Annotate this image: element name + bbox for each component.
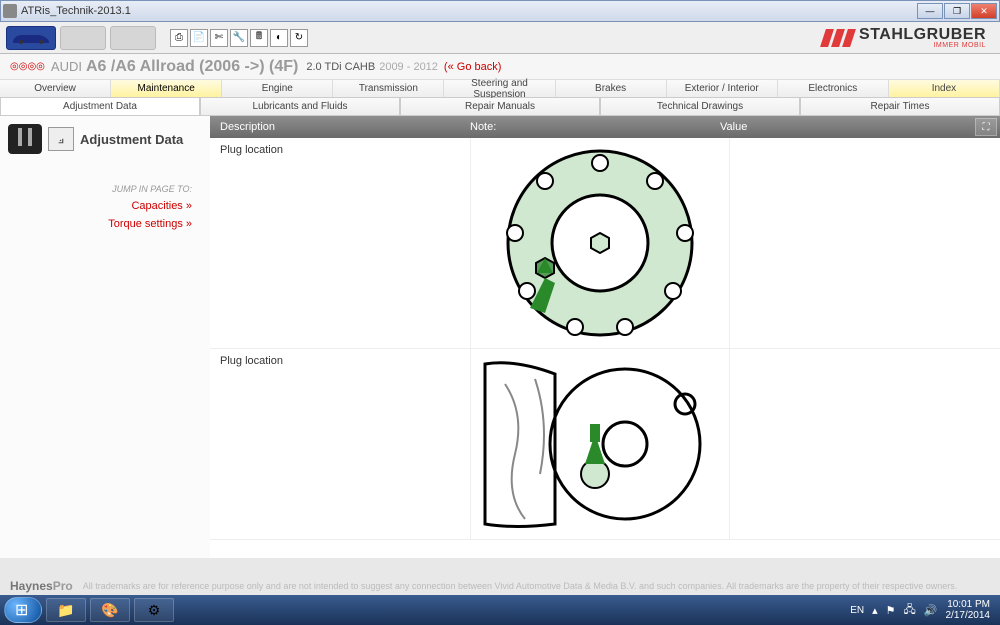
tab-overview[interactable]: Overview bbox=[0, 80, 111, 97]
tab-engine[interactable]: Engine bbox=[222, 80, 333, 97]
tray-volume-icon[interactable]: 🔊 bbox=[924, 604, 938, 617]
vehicle-model: A6 /A6 Allroad (2006 ->) (4F) bbox=[86, 58, 298, 76]
main-view: Description Note: Value ⛶ Plug location bbox=[210, 116, 1000, 558]
vehicle-row: ◎◎◎◎ AUDI A6 /A6 Allroad (2006 ->) (4F) … bbox=[0, 54, 1000, 80]
vehicle-years: 2009 - 2012 bbox=[379, 61, 438, 73]
subtab-repair-times[interactable]: Repair Times bbox=[800, 98, 1000, 116]
titlebar: ATRis_Technik-2013.1 — ❐ ✕ bbox=[0, 0, 1000, 22]
audi-rings-icon: ◎◎◎◎ bbox=[10, 61, 45, 72]
start-button[interactable] bbox=[4, 597, 42, 623]
taskbar: 📁 🎨 ⚙ EN ▴ ⚑ 🖧 🔊 10:01 PM 2/17/2014 bbox=[0, 595, 1000, 625]
tab-electronics[interactable]: Electronics bbox=[778, 80, 889, 97]
go-back-link[interactable]: (« Go back) bbox=[444, 61, 501, 73]
tab-maintenance[interactable]: Maintenance bbox=[111, 80, 222, 97]
toolbar-button-2[interactable] bbox=[60, 26, 106, 50]
col-description: Description bbox=[210, 121, 470, 133]
close-button[interactable]: ✕ bbox=[971, 3, 997, 19]
vehicle-make: AUDI bbox=[51, 59, 82, 74]
data-row: Plug location bbox=[210, 349, 1000, 540]
row-description: Plug location bbox=[210, 138, 470, 348]
tab-exterior[interactable]: Exterior / Interior bbox=[667, 80, 778, 97]
toolbar-icon-5[interactable]: 🖩 bbox=[250, 29, 268, 47]
sidebar-title: Adjustment Data bbox=[80, 132, 183, 147]
footer-disclaimer: All trademarks are for reference purpose… bbox=[83, 581, 958, 591]
data-rows: Plug location bbox=[210, 138, 1000, 558]
subtab-adjustment[interactable]: Adjustment Data bbox=[0, 98, 200, 116]
toolbar-icon-4[interactable]: 🔧 bbox=[230, 29, 248, 47]
tab-brakes[interactable]: Brakes bbox=[556, 80, 667, 97]
toolbar-button-3[interactable] bbox=[110, 26, 156, 50]
pedal-icon: ⟓ bbox=[48, 127, 74, 151]
main-tabs: Overview Maintenance Engine Transmission… bbox=[0, 80, 1000, 98]
toolbar-icon-6[interactable]: ◐ bbox=[270, 29, 288, 47]
tray-clock[interactable]: 10:01 PM 2/17/2014 bbox=[946, 599, 991, 621]
column-header: Description Note: Value ⛶ bbox=[210, 116, 1000, 138]
jump-label: JUMP IN PAGE TO: bbox=[8, 184, 192, 194]
col-value: Value bbox=[720, 121, 975, 133]
gearshift-icon bbox=[8, 124, 42, 154]
subtab-repair-manuals[interactable]: Repair Manuals bbox=[400, 98, 600, 116]
app-icon bbox=[3, 4, 17, 18]
content-area: ⟓ Adjustment Data JUMP IN PAGE TO: Capac… bbox=[0, 116, 1000, 558]
toolbar-icon-2[interactable]: 📄 bbox=[190, 29, 208, 47]
app-toolbar: ⎙ 📄 ✄ 🔧 🖩 ◐ ↻ STAHLGRUBER IMMER MOBIL bbox=[0, 22, 1000, 54]
footer: HaynesPro All trademarks are for referen… bbox=[0, 577, 1000, 595]
tray-chevron-icon[interactable]: ▴ bbox=[872, 604, 878, 617]
jump-capacities[interactable]: Capacities » bbox=[8, 200, 192, 212]
taskbar-explorer[interactable]: 📁 bbox=[46, 598, 86, 622]
expand-button[interactable]: ⛶ bbox=[975, 118, 997, 136]
tab-steering[interactable]: Steering and Suspension bbox=[444, 80, 555, 97]
subtab-lubricants[interactable]: Lubricants and Fluids bbox=[200, 98, 400, 116]
row-value bbox=[730, 349, 1000, 539]
tab-transmission[interactable]: Transmission bbox=[333, 80, 444, 97]
sidebar: ⟓ Adjustment Data JUMP IN PAGE TO: Capac… bbox=[0, 116, 210, 558]
sub-tabs: Adjustment Data Lubricants and Fluids Re… bbox=[0, 98, 1000, 116]
haynes-logo: HaynesPro bbox=[10, 579, 73, 593]
tray-lang[interactable]: EN bbox=[850, 605, 864, 616]
tab-index[interactable]: Index bbox=[889, 80, 1000, 97]
toolbar-icon-3[interactable]: ✄ bbox=[210, 29, 228, 47]
window-title: ATRis_Technik-2013.1 bbox=[21, 5, 917, 17]
vehicle-button[interactable] bbox=[6, 26, 56, 50]
brand-logo: STAHLGRUBER IMMER MOBIL bbox=[823, 26, 986, 49]
subtab-drawings[interactable]: Technical Drawings bbox=[600, 98, 800, 116]
taskbar-app[interactable]: ⚙ bbox=[134, 598, 174, 622]
tray-flag-icon[interactable]: ⚑ bbox=[886, 604, 896, 617]
data-row: Plug location bbox=[210, 138, 1000, 349]
toolbar-icon-1[interactable]: ⎙ bbox=[170, 29, 188, 47]
row-description: Plug location bbox=[210, 349, 470, 539]
jump-torque[interactable]: Torque settings » bbox=[8, 218, 192, 230]
row-value bbox=[730, 138, 1000, 348]
minimize-button[interactable]: — bbox=[917, 3, 943, 19]
taskbar-paint[interactable]: 🎨 bbox=[90, 598, 130, 622]
maximize-button[interactable]: ❐ bbox=[944, 3, 970, 19]
diagram-1 bbox=[470, 138, 730, 348]
system-tray: EN ▴ ⚑ 🖧 🔊 10:01 PM 2/17/2014 bbox=[850, 599, 996, 621]
diagram-2 bbox=[470, 349, 730, 539]
vehicle-engine: 2.0 TDi CAHB bbox=[306, 61, 375, 73]
tray-network-icon[interactable]: 🖧 bbox=[904, 601, 916, 620]
col-note: Note: bbox=[470, 121, 720, 133]
toolbar-icon-7[interactable]: ↻ bbox=[290, 29, 308, 47]
